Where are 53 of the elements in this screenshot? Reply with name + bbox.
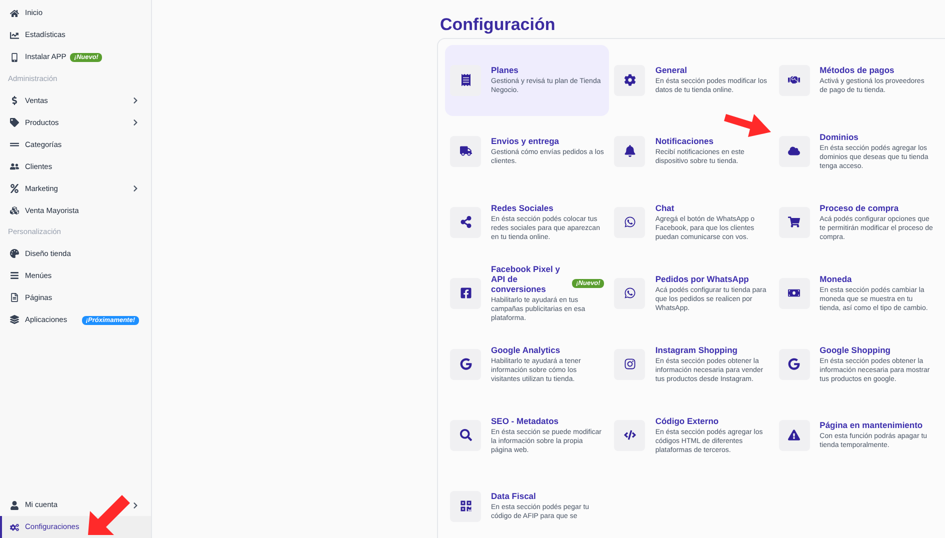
document-icon <box>10 293 19 302</box>
card-title: Código Externo <box>655 416 719 426</box>
code-icon <box>624 429 636 441</box>
qr-code-icon <box>460 500 472 512</box>
g-letter-icon <box>788 358 800 370</box>
card-title: Pedidos por WhatsApp <box>655 274 749 284</box>
card-title: Chat <box>655 202 674 212</box>
cart-icon <box>788 216 800 228</box>
chat-bubble-icon <box>624 216 636 228</box>
settings-icon <box>624 74 636 86</box>
search-icon <box>460 429 472 441</box>
bell-icon <box>624 145 636 157</box>
banknote-icon <box>788 287 800 299</box>
palette-icon <box>10 249 19 258</box>
card-title: Instagram Shopping <box>655 344 738 354</box>
card-title: Facebook Pixel y API de conversiones <box>491 264 561 294</box>
receipt-icon <box>460 74 472 86</box>
share-icon <box>460 216 472 228</box>
card-title: Moneda <box>820 274 852 284</box>
card-title: Google Shopping <box>820 344 890 354</box>
card-title: Página en mantenimiento <box>820 420 923 430</box>
dollar-icon <box>10 96 19 105</box>
card-title: Notificaciones <box>655 136 714 146</box>
users-icon <box>10 162 19 171</box>
chat-bubble-icon <box>624 287 636 299</box>
card-title: Data Fiscal <box>491 491 536 501</box>
chart-icon <box>10 30 19 40</box>
user-icon <box>10 500 19 510</box>
truck-icon <box>460 145 472 157</box>
g-letter-icon <box>460 358 472 370</box>
tag-icon <box>10 118 19 127</box>
page-title: Configuración <box>439 14 556 36</box>
card-title: Redes Sociales <box>491 202 554 212</box>
camera-icon <box>624 358 636 370</box>
warning-icon <box>788 429 800 441</box>
phone-icon <box>10 52 19 62</box>
cubes-icon <box>10 206 19 215</box>
card-title: Envios y entrega <box>491 136 560 146</box>
menu-icon <box>10 271 19 280</box>
card-title: Métodos de pagos <box>820 65 894 75</box>
handshake-icon <box>788 74 800 86</box>
card-title: General <box>655 65 687 75</box>
cloud-icon <box>788 145 800 157</box>
percent-icon <box>10 184 19 193</box>
card-title: Planes <box>491 65 518 75</box>
card-title: Proceso de compra <box>820 202 899 212</box>
settings-icon <box>10 522 19 532</box>
card-title: Dominios <box>820 132 858 142</box>
home-icon <box>10 8 19 18</box>
layers-icon <box>10 315 19 324</box>
facebook-icon <box>460 287 472 299</box>
card-title: Google Analytics <box>491 344 560 354</box>
card-title: SEO - Metadatos <box>491 416 559 426</box>
